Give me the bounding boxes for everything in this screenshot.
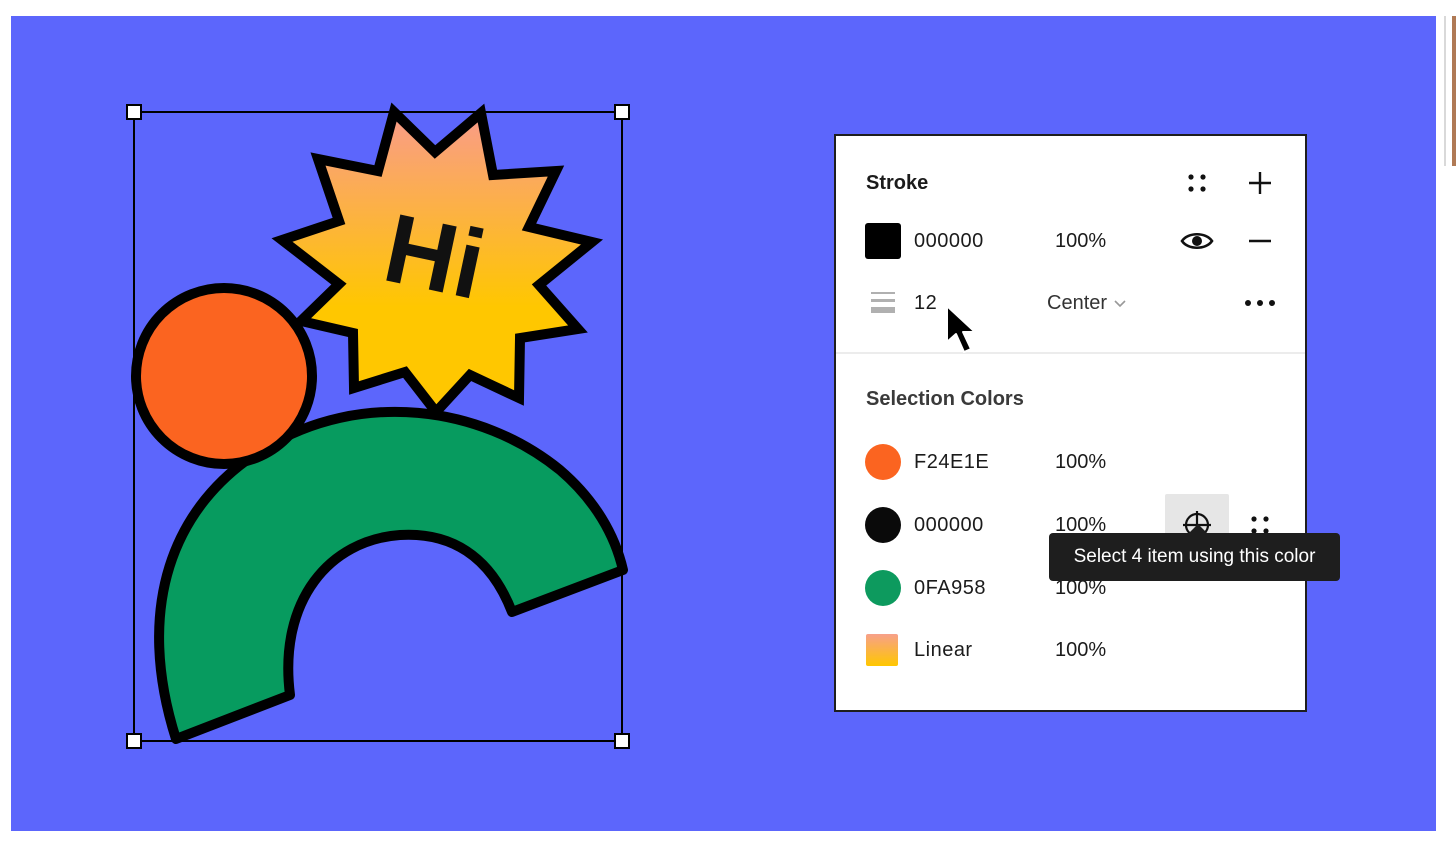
stroke-weight-row: 12 Center (836, 283, 1305, 323)
orange-circle-shape[interactable] (131, 283, 317, 469)
stroke-weight-icon (865, 285, 901, 321)
color-swatch[interactable] (865, 570, 901, 606)
stroke-weight-input[interactable]: 12 (914, 292, 937, 315)
tooltip: Select 4 item using this color (1049, 533, 1340, 581)
stroke-header: Stroke (836, 163, 1305, 203)
resize-handle-top-left[interactable] (126, 104, 142, 120)
resize-handle-top-right[interactable] (614, 104, 630, 120)
tooltip-text: Select 4 item using this color (1073, 546, 1316, 567)
stroke-align-value: Center (1047, 291, 1108, 314)
color-swatch[interactable] (866, 634, 898, 666)
stroke-title: Stroke (866, 171, 929, 194)
properties-panel: Stroke 000000 100% 12 Center Selection C… (834, 134, 1307, 712)
more-icon[interactable] (1242, 285, 1278, 321)
stroke-color-row: 000000 100% (836, 221, 1305, 261)
stroke-opacity[interactable]: 100% (1055, 230, 1106, 253)
minus-icon[interactable] (1242, 223, 1278, 259)
resize-handle-bottom-left[interactable] (126, 733, 142, 749)
chevron-down-icon (1114, 300, 1126, 308)
section-divider (836, 352, 1305, 354)
color-hex[interactable]: F24E1E (914, 451, 989, 474)
color-swatch[interactable] (865, 444, 901, 480)
selection-colors-header: Selection Colors (836, 379, 1305, 419)
selection-colors-title: Selection Colors (866, 387, 1024, 410)
color-opacity[interactable]: 100% (1055, 639, 1106, 662)
color-hex[interactable]: Linear (914, 639, 973, 662)
grid-dots-icon[interactable] (1179, 165, 1215, 201)
resize-handle-bottom-right[interactable] (614, 733, 630, 749)
color-swatch[interactable] (865, 507, 901, 543)
cursor-icon (946, 305, 976, 353)
color-opacity[interactable]: 100% (1055, 451, 1106, 474)
stroke-align-dropdown[interactable]: Center (1047, 292, 1127, 315)
stroke-hex[interactable]: 000000 (914, 230, 984, 253)
selection-color-row[interactable]: F24E1E 100% (836, 442, 1305, 482)
plus-icon[interactable] (1242, 165, 1278, 201)
color-hex[interactable]: 0FA958 (914, 577, 986, 600)
eye-icon[interactable] (1179, 223, 1215, 259)
color-hex[interactable]: 000000 (914, 514, 984, 537)
selection-color-row[interactable]: Linear 100% (836, 630, 1305, 670)
stroke-color-swatch[interactable] (865, 223, 901, 259)
